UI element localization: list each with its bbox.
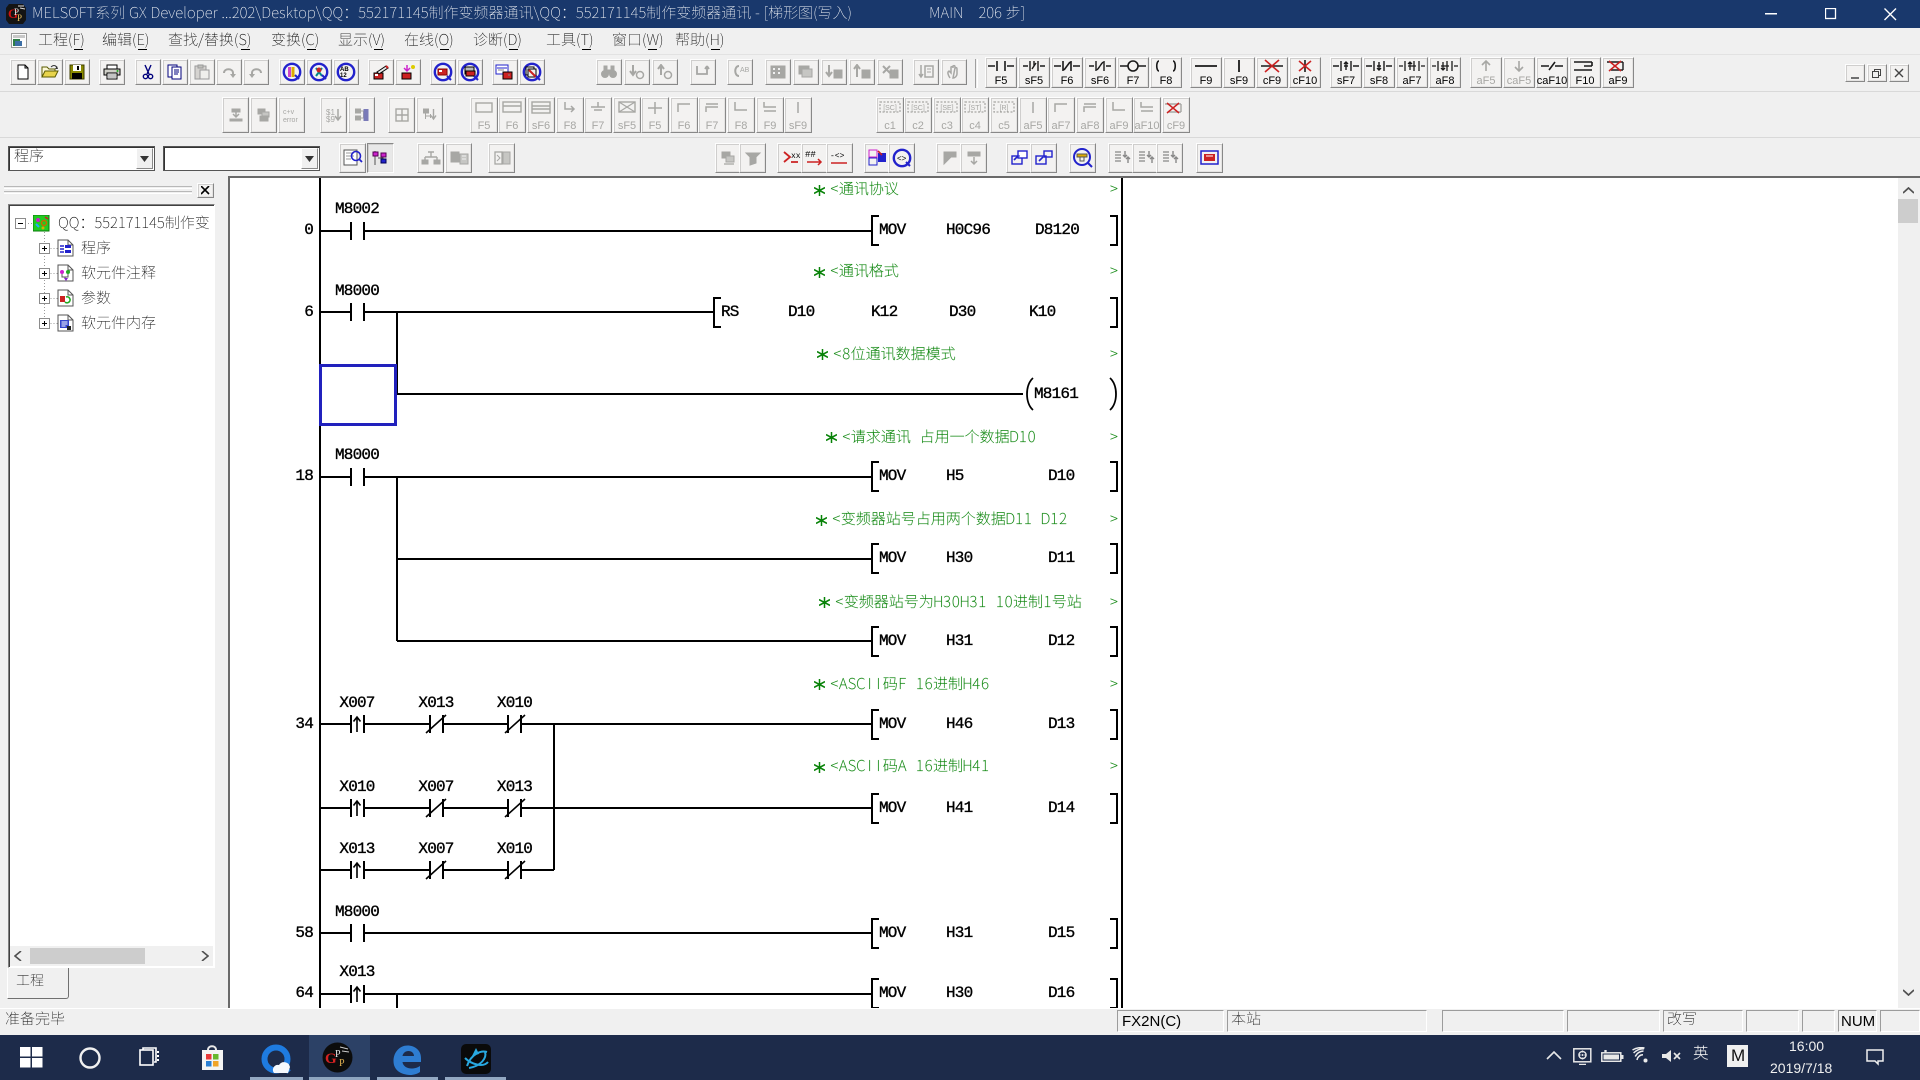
svg-text:F5: F5 — [478, 120, 491, 131]
svg-text:xx: xx — [791, 152, 801, 161]
svg-text:cF10: cF10 — [1293, 75, 1317, 87]
svg-text:[SC]: [SC] — [911, 105, 925, 112]
svg-text:AB: AB — [740, 67, 749, 74]
svg-text:cF9: cF9 — [1167, 120, 1185, 131]
svg-text:[SC]: [SC] — [883, 105, 897, 112]
svg-text:F7: F7 — [1127, 75, 1140, 87]
svg-text:F7: F7 — [592, 120, 605, 131]
svg-text:c+v: c+v — [283, 109, 295, 116]
svg-text:F9: F9 — [1200, 75, 1213, 87]
svg-text:error: error — [283, 117, 298, 123]
svg-text:[R]: [R] — [1000, 105, 1009, 112]
svg-text:F8: F8 — [564, 120, 577, 131]
svg-text:sF9: sF9 — [1230, 75, 1248, 87]
svg-text:c3: c3 — [941, 120, 953, 131]
svg-text:c5: c5 — [998, 120, 1010, 131]
svg-text:$9: $9 — [326, 115, 335, 123]
svg-text:12: 12 — [340, 73, 347, 79]
svg-text:aF5: aF5 — [1477, 75, 1496, 87]
svg-text:aF5: aF5 — [1024, 120, 1043, 131]
svg-text:aF7: aF7 — [1403, 75, 1422, 87]
svg-text:caF5: caF5 — [1507, 75, 1531, 87]
svg-text:F6: F6 — [506, 120, 519, 131]
svg-text:-<>: -<> — [830, 152, 845, 161]
svg-text:aF9: aF9 — [1110, 120, 1129, 131]
svg-text:P: P — [339, 1058, 345, 1069]
svg-text:sF8: sF8 — [1370, 75, 1388, 87]
svg-text:aF8: aF8 — [1081, 120, 1100, 131]
svg-text:sF5: sF5 — [618, 120, 636, 131]
svg-text:F6: F6 — [678, 120, 691, 131]
svg-text:cF9: cF9 — [1263, 75, 1281, 87]
svg-text:sF6: sF6 — [532, 120, 550, 131]
svg-text:sF7: sF7 — [1337, 75, 1355, 87]
svg-text:aF9: aF9 — [1609, 75, 1628, 87]
svg-text:F8: F8 — [1160, 75, 1173, 87]
svg-text:F5: F5 — [649, 120, 662, 131]
svg-text:F10: F10 — [1576, 75, 1595, 87]
svg-text:F7: F7 — [706, 120, 719, 131]
svg-text:[SE]: [SE] — [940, 105, 953, 112]
svg-text:sF9: sF9 — [789, 120, 807, 131]
svg-text:sF6: sF6 — [1091, 75, 1109, 87]
svg-text:aF7: aF7 — [1052, 120, 1071, 131]
svg-text:sF5: sF5 — [1025, 75, 1043, 87]
svg-text:aF10: aF10 — [1134, 120, 1159, 131]
svg-text:c4: c4 — [969, 120, 981, 131]
svg-text:F6: F6 — [1061, 75, 1074, 87]
svg-text:caF10: caF10 — [1537, 75, 1567, 87]
svg-text:aF8: aF8 — [1436, 75, 1455, 87]
svg-text:c2: c2 — [912, 120, 924, 131]
svg-text:##: ## — [805, 150, 816, 160]
svg-text:F9: F9 — [764, 120, 777, 131]
svg-text:[ST]: [ST] — [969, 105, 982, 112]
svg-text:<>: <> — [897, 154, 907, 163]
svg-text:F8: F8 — [735, 120, 748, 131]
svg-text:F5: F5 — [995, 75, 1008, 87]
svg-text:c1: c1 — [884, 120, 896, 131]
